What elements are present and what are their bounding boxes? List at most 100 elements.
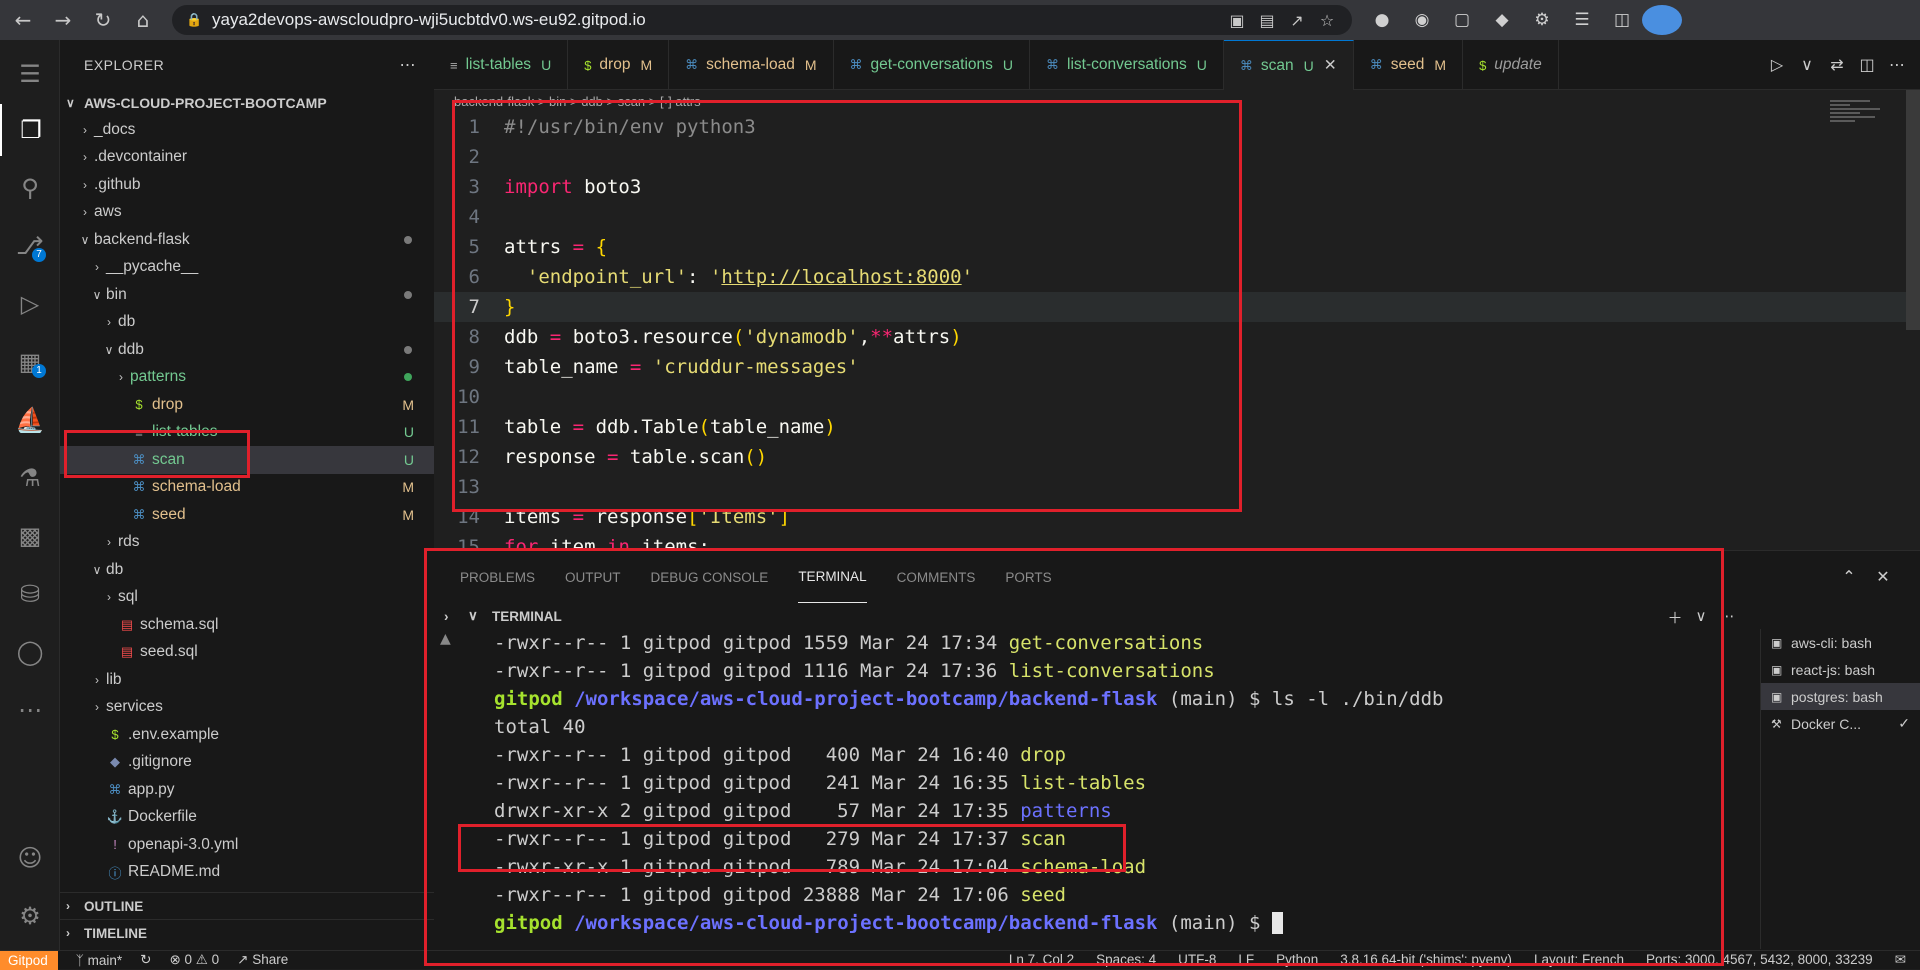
file-item[interactable]: ⌘ app.py [60, 776, 434, 804]
folder-item[interactable]: › __pycache__ [60, 254, 434, 282]
folder-item[interactable]: › patterns [60, 364, 434, 392]
file-item[interactable]: ▤ schema.sql [60, 611, 434, 639]
file-item[interactable]: ⚓ Dockerfile [60, 804, 434, 832]
folder-item[interactable]: › .github [60, 171, 434, 199]
tab-scan[interactable]: ⌘ scan U ✕ [1223, 40, 1354, 90]
keyboard-layout[interactable]: Layout: French [1534, 952, 1624, 968]
tab-seed[interactable]: ⌘ seed M [1354, 40, 1464, 90]
problems-indicator[interactable]: ⊗ 0 ⚠ 0 [169, 952, 219, 968]
tab-drop[interactable]: $ drop M [568, 40, 670, 90]
more-actions-icon[interactable]: ⋯ [400, 55, 417, 75]
file-item[interactable]: $ drop M [60, 391, 434, 419]
file-item[interactable]: ≡ list-tables U [60, 419, 434, 447]
terminal-dropdown-icon[interactable]: ∨ [1688, 607, 1714, 628]
forward-icon[interactable]: → [46, 3, 80, 37]
sidepanel-icon[interactable]: ◫ [1602, 5, 1642, 35]
code-line[interactable]: 2 [434, 142, 1920, 172]
panel-tab-problems[interactable]: PROBLEMS [460, 551, 535, 603]
code-line[interactable]: 9 table_name = 'cruddur-messages' [434, 352, 1920, 382]
share-icon[interactable]: ↗ [1282, 11, 1312, 30]
tab-schema-load[interactable]: ⌘ schema-load M [669, 40, 834, 90]
code-line[interactable]: 6 'endpoint_url': 'http://localhost:8000… [434, 262, 1920, 292]
git-branch[interactable]: ᛉ main* [76, 953, 122, 968]
code-line[interactable]: 14 items = response['Items'] [434, 502, 1920, 532]
puzzle-icon[interactable]: ⚙ [1522, 5, 1562, 35]
file-item[interactable]: ⌘ seed M [60, 501, 434, 529]
file-item[interactable]: ! openapi-3.0.yml [60, 831, 434, 859]
file-item[interactable]: ◆ .gitignore [60, 749, 434, 777]
maximize-panel-icon[interactable]: ⌃ [1832, 567, 1866, 586]
code-line[interactable]: 5 attrs = { [434, 232, 1920, 262]
folder-item[interactable]: › db [60, 309, 434, 337]
tab-list-conversations[interactable]: ⌘ list-conversations U [1030, 40, 1224, 90]
profile-avatar[interactable] [1642, 5, 1682, 35]
explorer-icon[interactable]: ❐ [0, 104, 60, 156]
encoding[interactable]: UTF-8 [1178, 952, 1216, 968]
folder-item[interactable]: › services [60, 694, 434, 722]
address-bar[interactable]: 🔒 yaya2devops-awscloudpro-wji5ucbtdv0.ws… [172, 5, 1352, 35]
eol[interactable]: LF [1238, 952, 1254, 968]
notifications-icon[interactable]: ✉ [1895, 952, 1906, 968]
folder-item[interactable]: › sql [60, 584, 434, 612]
home-icon[interactable]: ⌂ [126, 3, 160, 37]
extension-icon[interactable]: ▢ [1442, 5, 1482, 35]
code-line[interactable]: 13 [434, 472, 1920, 502]
more-actions-icon[interactable]: ⋯ [1714, 607, 1740, 628]
code-line[interactable]: 1 #!/usr/bin/env python3 [434, 112, 1920, 142]
folder-item[interactable]: ∨ bin [60, 281, 434, 309]
remote-indicator[interactable]: Gitpod [0, 950, 58, 970]
api-icon[interactable]: ▩ [0, 510, 60, 562]
terminal-instance[interactable]: ▣ react-js: bash [1761, 656, 1920, 683]
extensions-icon[interactable]: ▦ 1 [0, 336, 60, 388]
github-icon[interactable]: ◯ [0, 626, 60, 678]
extension-icon[interactable]: ◉ [1402, 5, 1442, 35]
terminal-instance[interactable]: ⚒ Docker C... ✓ [1761, 710, 1920, 737]
split-editor-icon[interactable]: ◫ [1852, 55, 1882, 74]
popup-blocked-icon[interactable]: ▣ [1222, 11, 1252, 30]
timeline-section[interactable]: › TIMELINE [60, 919, 434, 946]
code-line[interactable]: 8 ddb = boto3.resource('dynamodb',**attrs… [434, 322, 1920, 352]
bookmark-star-icon[interactable]: ☆ [1312, 11, 1342, 30]
language-mode[interactable]: Python [1276, 952, 1318, 968]
folder-item[interactable]: › lib [60, 666, 434, 694]
file-item[interactable]: $ .env.example [60, 721, 434, 749]
back-icon[interactable]: ← [6, 3, 40, 37]
code-line[interactable]: 11 table = ddb.Table(table_name) [434, 412, 1920, 442]
file-item[interactable]: ▤ seed.sql [60, 639, 434, 667]
code-line[interactable]: 10 [434, 382, 1920, 412]
tab-update[interactable]: $ update [1463, 40, 1559, 90]
panel-tab-comments[interactable]: COMMENTS [897, 551, 976, 603]
file-item[interactable]: ⌘ schema-load M [60, 474, 434, 502]
code-line[interactable]: 4 [434, 202, 1920, 232]
share-button[interactable]: ↗ Share [237, 952, 288, 968]
editor-scrollbar[interactable] [1906, 90, 1920, 330]
file-item[interactable]: ⌘ scan U [60, 446, 434, 474]
extension-icon[interactable]: ● [1362, 5, 1402, 35]
code-line[interactable]: 7} [434, 292, 1920, 322]
cursor-position[interactable]: Ln 7, Col 2 [1009, 952, 1074, 968]
ports-indicator[interactable]: Ports: 3000, 4567, 5432, 8000, 33239 [1646, 952, 1873, 968]
run-debug-icon[interactable]: ▷ [0, 278, 60, 330]
folder-item[interactable]: ∨ backend-flask [60, 226, 434, 254]
panel-tab-output[interactable]: OUTPUT [565, 551, 621, 603]
close-tab-icon[interactable]: ✕ [1324, 56, 1337, 75]
folder-item[interactable]: › .devcontainer [60, 144, 434, 172]
project-root[interactable]: ∨ AWS-CLOUD-PROJECT-BOOTCAMP [60, 90, 434, 116]
menu-icon[interactable]: ☰ [0, 48, 60, 100]
docker-icon[interactable]: ⛵ [0, 394, 60, 446]
folder-item[interactable]: ∨ db [60, 556, 434, 584]
terminal-instance[interactable]: ▣ postgres: bash [1761, 683, 1920, 710]
extension-icon[interactable]: ◆ [1482, 5, 1522, 35]
folder-item[interactable]: › aws [60, 199, 434, 227]
python-interpreter[interactable]: 3.8.16 64-bit ('shims': pyenv) [1340, 952, 1512, 968]
tab-list-tables[interactable]: ≡ list-tables U [434, 40, 569, 90]
panel-tab-ports[interactable]: PORTS [1005, 551, 1051, 603]
reload-icon[interactable]: ↻ [86, 3, 120, 37]
run-icon[interactable]: ▷ [1762, 55, 1792, 74]
outline-section[interactable]: › OUTLINE [60, 892, 434, 919]
close-panel-icon[interactable]: ✕ [1866, 567, 1900, 586]
breadcrumb[interactable]: backend-flask > bin > ddb > scan > [•] a… [434, 90, 1920, 112]
compare-changes-icon[interactable]: ⇄ [1822, 55, 1852, 74]
terminal-output[interactable]: -rwxr--r-- 1 gitpod gitpod 1559 Mar 24 1… [464, 629, 1784, 949]
terminal-instance[interactable]: ▣ aws-cli: bash [1761, 629, 1920, 656]
